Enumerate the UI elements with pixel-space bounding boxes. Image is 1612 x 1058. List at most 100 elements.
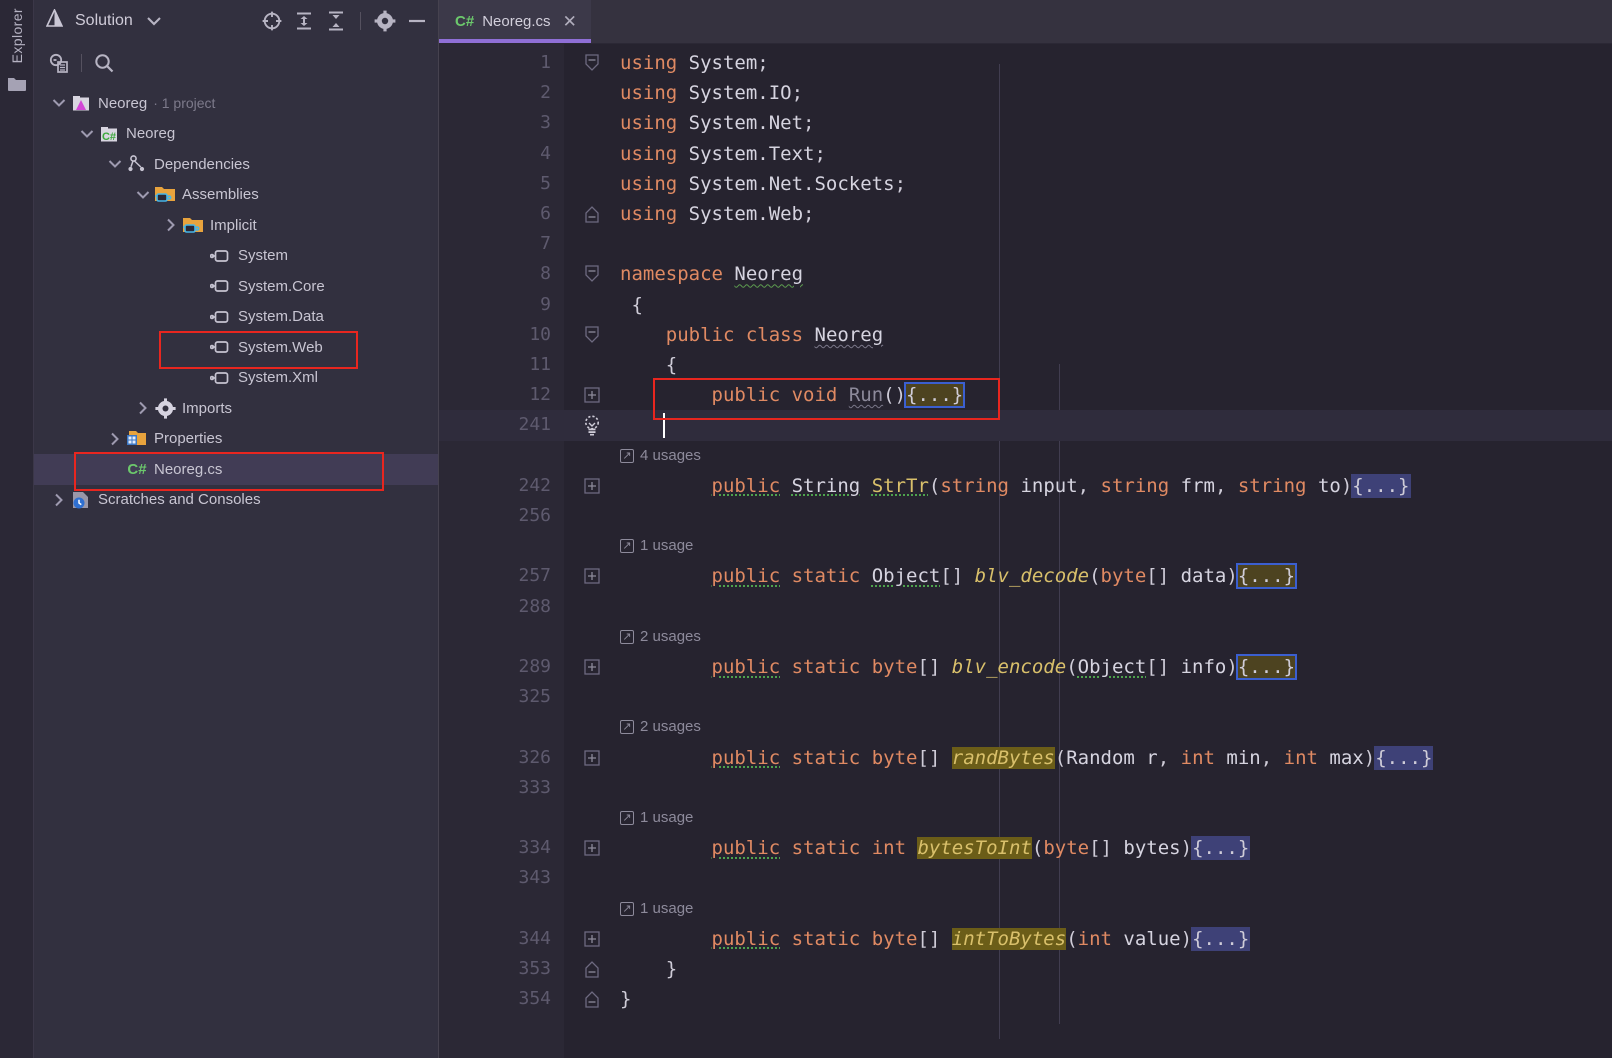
folder-icon[interactable] <box>7 75 27 97</box>
line-number: 8 <box>540 263 551 285</box>
intention-bulb-icon[interactable] <box>564 410 620 440</box>
tree-item-label: Neoreg <box>126 125 176 143</box>
code-line[interactable] <box>439 712 1612 742</box>
toolbar-separator <box>360 12 361 30</box>
expand-all-icon[interactable] <box>291 8 317 34</box>
code-text[interactable]: public static byte[] randBytes(Random r,… <box>620 743 1612 773</box>
code-text[interactable]: public static byte[] intToBytes(int valu… <box>620 924 1612 954</box>
code-text[interactable]: public static Object[] blv_decode(byte[]… <box>620 561 1612 591</box>
code-text[interactable]: } <box>620 954 1612 984</box>
code-line[interactable] <box>439 501 1612 531</box>
solution-explorer-subbar <box>34 42 438 84</box>
tree-item-label: System <box>238 247 289 265</box>
tree-twisty[interactable] <box>104 159 126 169</box>
fold-expand-icon[interactable] <box>564 471 620 501</box>
code-text[interactable]: using System; <box>620 48 1612 78</box>
line-number: 289 <box>518 656 551 677</box>
tree-item-system-xml[interactable]: System.Xml <box>34 363 438 394</box>
code-text[interactable]: using System.Text; <box>620 139 1612 169</box>
fold-expand-icon[interactable] <box>564 380 620 410</box>
tree-item-neoreg[interactable]: Neoreg · 1 project <box>34 88 438 119</box>
usage-hint[interactable]: ↗ 1 usage <box>620 894 693 924</box>
code-text[interactable]: public static int bytesToInt(byte[] byte… <box>620 833 1612 863</box>
tree-twisty[interactable] <box>104 432 126 446</box>
fold-region-start-icon[interactable] <box>564 320 620 350</box>
code-text[interactable]: public static byte[] blv_encode(Object[]… <box>620 652 1612 682</box>
code-editor[interactable]: 1 using System; 2 using System.IO; 3 using Sy… <box>439 44 1612 1058</box>
usage-hint[interactable]: ↗ 2 usages <box>620 622 701 652</box>
fold-expand-icon[interactable] <box>564 924 620 954</box>
close-icon[interactable]: ✕ <box>563 13 577 30</box>
locate-icon[interactable] <box>259 8 285 34</box>
usage-hint-label: 1 usage <box>640 809 694 826</box>
tree-twisty[interactable] <box>160 218 182 232</box>
tree-item-implicit[interactable]: Implicit <box>34 210 438 241</box>
code-line[interactable] <box>439 894 1612 924</box>
usage-hint[interactable]: ↗ 4 usages <box>620 441 701 471</box>
line-number: 241 <box>518 414 551 436</box>
fold-region-start-icon[interactable] <box>564 259 620 289</box>
tree-item-system-data[interactable]: System.Data <box>34 302 438 333</box>
code-line[interactable] <box>439 441 1612 471</box>
solution-tree[interactable]: Neoreg · 1 project C# Neoreg Dependencies … <box>34 84 438 1058</box>
usage-hint[interactable]: ↗ 2 usages <box>620 712 701 742</box>
code-line[interactable] <box>439 592 1612 622</box>
code-text[interactable]: namespace Neoreg <box>620 259 1612 289</box>
tree-item-properties[interactable]: Properties <box>34 424 438 455</box>
solution-explorer-header: Solution <box>34 0 438 42</box>
code-line[interactable] <box>439 682 1612 712</box>
code-text[interactable]: { <box>620 350 1612 380</box>
code-line[interactable] <box>439 773 1612 803</box>
fold-expand-icon[interactable] <box>564 833 620 863</box>
usage-hint[interactable]: ↗ 1 usage <box>620 803 693 833</box>
explorer-tool-label[interactable]: Explorer <box>9 8 25 63</box>
tree-item-system-web[interactable]: System.Web <box>34 332 438 363</box>
tab-neoreg-cs[interactable]: C# Neoreg.cs ✕ <box>439 0 591 43</box>
show-in-editor-icon[interactable] <box>46 50 72 76</box>
fold-region-end-icon[interactable] <box>564 199 620 229</box>
code-line[interactable] <box>439 622 1612 652</box>
code-line[interactable] <box>439 229 1612 259</box>
chevron-down-icon[interactable] <box>141 8 167 34</box>
fold-expand-icon[interactable] <box>564 561 620 591</box>
tree-item-system[interactable]: System <box>34 241 438 272</box>
code-text[interactable]: public class Neoreg <box>620 320 1612 350</box>
fold-expand-icon[interactable] <box>564 652 620 682</box>
scratches-icon <box>70 490 92 510</box>
code-text[interactable]: { <box>620 290 1612 320</box>
fold-region-start-icon[interactable] <box>564 48 620 78</box>
usage-hint[interactable]: ↗ 1 usage <box>620 531 693 561</box>
tree-twisty[interactable] <box>48 493 70 507</box>
tree-item-neoreg[interactable]: C# Neoreg <box>34 119 438 150</box>
code-text[interactable]: using System.Web; <box>620 199 1612 229</box>
tree-item-scratches-and-consoles[interactable]: Scratches and Consoles <box>34 485 438 516</box>
code-text[interactable]: using System.Net.Sockets; <box>620 169 1612 199</box>
tree-twisty[interactable] <box>76 129 98 139</box>
code-text[interactable]: public String StrTr(string input, string… <box>620 471 1612 501</box>
gear-icon[interactable] <box>372 8 398 34</box>
code-text[interactable]: using System.IO; <box>620 78 1612 108</box>
tree-twisty[interactable] <box>132 190 154 200</box>
tree-twisty[interactable] <box>48 98 70 108</box>
search-icon[interactable] <box>91 50 117 76</box>
tree-twisty[interactable] <box>132 401 154 415</box>
usage-hint-label: 2 usages <box>640 718 701 736</box>
minimize-icon[interactable] <box>404 8 430 34</box>
code-text[interactable]: } <box>620 984 1612 1014</box>
fold-region-end-icon[interactable] <box>564 954 620 984</box>
tree-item-neoreg-cs[interactable]: C# Neoreg.cs <box>34 454 438 485</box>
line-number: 7 <box>540 233 551 255</box>
code-text[interactable]: public void Run(){...} <box>620 380 1612 410</box>
collapse-all-icon[interactable] <box>323 8 349 34</box>
tree-item-system-core[interactable]: System.Core <box>34 271 438 302</box>
fold-region-end-icon[interactable] <box>564 984 620 1014</box>
fold-expand-icon[interactable] <box>564 743 620 773</box>
tree-item-imports[interactable]: Imports <box>34 393 438 424</box>
code-line[interactable] <box>439 803 1612 833</box>
tree-item-assemblies[interactable]: Assemblies <box>34 180 438 211</box>
line-number: 334 <box>518 837 551 859</box>
tree-item-dependencies[interactable]: Dependencies <box>34 149 438 180</box>
code-line[interactable] <box>439 531 1612 561</box>
code-text[interactable]: using System.Net; <box>620 108 1612 138</box>
code-line[interactable] <box>439 863 1612 893</box>
